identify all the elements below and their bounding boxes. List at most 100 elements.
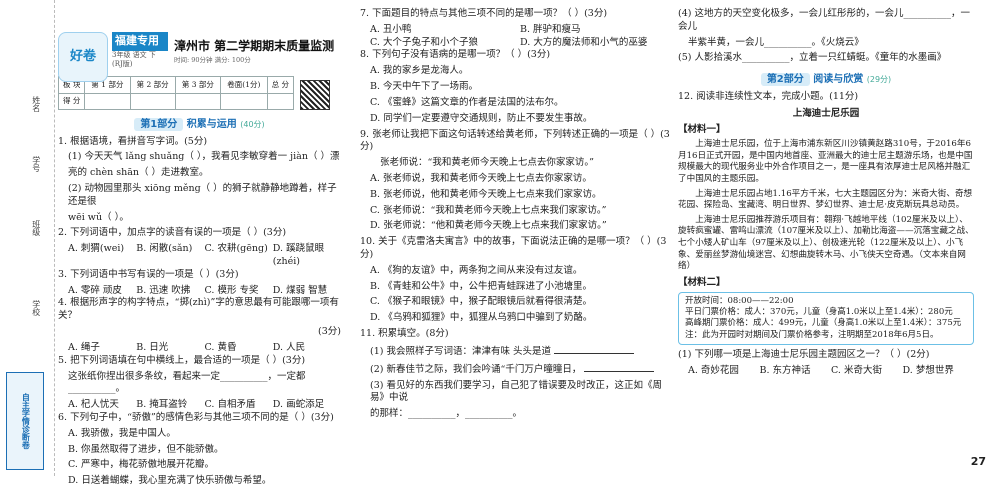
price-info-box: 开放时间：08:00——22:00 平日门票价格：成人：370元，儿童（身高1.… [678,291,974,346]
q9-quote: 张老师说：“我和黄老师今天晚上七点去你家家访。” [380,157,594,169]
option[interactable]: C. 《猴子和眼镜》中，猴子配眼镜后就看得很清楚。 [360,296,670,309]
binding-class-label: 班级 [31,220,41,236]
q1-line1: (1) 今天天气 lǎng shuǎng（ ），我看见李敏穿着一 jiàn（ ）… [68,151,340,163]
material1-para1: 上海迪士尼乐园，位于上海市浦东新区川沙镇黄赵路310号，于2016年6月16日正… [678,139,973,184]
part1-label: 第1部分 [134,118,184,131]
q11-part3: (3) 看见好的东西我们要学习，自己犯了错误要及时改正，这正如《周易》中说 [370,379,662,404]
option[interactable]: A. 丑小鸭 [370,24,520,37]
score-cell[interactable] [220,92,268,110]
option[interactable]: D. 煤弱 智慧 [273,285,341,298]
option[interactable]: A. 我的家乡是龙海人。 [360,65,670,78]
q9-stem: 9. 张老师让我把下面这句话转述给黄老师，下列转述正确的一项是（ ）(3分) [360,128,670,153]
header-banner: 好卷 福建专用 3年级 语文 下 (RJ版) 漳州市 第二学期期末质量监测 时间… [58,32,341,88]
option[interactable]: D. 同学们一定要遵守交通规则，防止不要发生事故。 [360,113,670,126]
option[interactable]: D. 张老师说：“他和黄老师今天晚上七点来我们家家访。” [360,220,670,233]
q11-part1: (1) 我会照样子写词语：津津有味 头头是道 [360,344,670,359]
q1-line2: (2) 动物园里那头 xiōng měng（ ）的狮子就静静地蹲着，样子还是很 [68,182,337,207]
option[interactable]: A. 杞人忧天 [68,399,136,412]
reading-title: 上海迪士尼乐园 [792,107,860,119]
option[interactable]: A. 我骄傲，我是中国人。 [58,428,341,441]
option[interactable]: C. 农耕(gēng) [205,243,273,269]
q3-options: A. 零碎 顽皮 B. 迅速 吹拂 C. 模形 专奖 D. 煤弱 智慧 [58,285,341,298]
option[interactable]: D. 人民 [273,342,341,355]
exam-title: 漳州市 第二学期期末质量监测 [174,39,335,53]
q10-stem: 10. 关于《克雷洛夫寓言》中的故事，下面说法正确的是哪一项？（ ）(3分) [360,236,667,260]
option[interactable]: B. 张老师说，他和黄老师今天晚上七点来我们家家访。 [360,189,670,202]
score-cell[interactable] [129,92,176,110]
option[interactable]: B. 《青蛙和公牛》中，公牛把青蛙踩进了小池塘里。 [360,281,670,294]
option[interactable]: D. 日送着蝴蝶，我心里充满了快乐骄傲与希望。 [58,475,341,488]
score-cell[interactable] [266,92,295,110]
option[interactable]: B. 迅速 吹拂 [136,285,204,298]
answer-blank[interactable] [554,344,635,354]
option[interactable]: D. 《乌鸦和狐狸》中，狐狸从乌鸦口中骗到了奶酪。 [360,312,670,325]
q11-stem: 11. 积累填空。(8分) [360,328,449,340]
option[interactable]: A. 零碎 顽皮 [68,285,136,298]
score-cell[interactable] [84,92,131,110]
q12-sub1: (1) 下列哪一项是上海迪士尼乐园主题园区之一？（ ）(2分) [678,349,930,361]
exam-page: 姓名 学号 班级 学校 自主学情诊断卷 好卷 福建专用 3年级 语文 下 (RJ… [0,0,1000,486]
binding-margin: 姓名 学号 班级 学校 自主学情诊断卷 [0,0,55,476]
q5-sentence: 这张纸你捏出很多条纹，看起来一定__________，一定都__________… [68,370,306,395]
peak-price: 高峰期门票价格：成人：499元，儿童（身高1.0米以上至1.4米）：375元 [685,318,962,329]
option[interactable]: D. 大方的魔法师和小气的巫婆 [520,37,670,50]
option[interactable]: B. 掩耳盗铃 [136,399,204,412]
weekday-price: 平日门票价格：成人：370元，儿童（身高1.0米以上至1.4米）：280元 [685,307,953,317]
part2-heading: 第2部分 阅读与欣赏 (29分) [678,73,974,87]
option[interactable]: A. 绳子 [68,342,136,355]
exam-meta: 时间: 90分钟 满分: 100分 [174,56,251,65]
q12-stem: 12. 阅读非连续性文本，完成小题。(11分) [678,90,859,102]
q7-options: A. 丑小鸭 B. 胖驴和瘦马 C. 大个子兔子和小个子狼 D. 大方的魔法师和… [360,24,670,50]
q2-options: A. 刺猬(wei) B. 闲散(sǎn) C. 农耕(gēng) D. 蹊跷鼠… [58,243,341,269]
binding-school-label: 学校 [31,300,41,316]
q11-part2-text: (2) 新春佳节之际，我们会吟诵“千门万户曈曈日， [370,363,582,375]
option[interactable]: D. 蹊跷鼠眼(zhéi) [273,243,341,269]
brand-logo: 好卷 [58,32,108,82]
option[interactable]: C. 自相矛盾 [205,399,273,412]
q11-part4b: 半紫半黄，一会儿__________。《火烧云》 [688,36,864,48]
q1-line2b: wēi wǔ（ ）。 [68,211,129,223]
material1-para3: 上海迪士尼乐园推荐游乐项目有：翱翔·飞越地平线（102厘米及以上）、旋转疯蜜罐、… [678,214,974,272]
part2-label: 第2部分 [760,73,810,87]
answer-blank[interactable] [584,362,655,372]
self-assessment-tag: 自主学情诊断卷 [6,372,44,470]
option[interactable]: C. 《蜜蜂》这篇文章的作者是法国的法布尔。 [360,97,670,110]
option[interactable]: A. 刺猬(wei) [68,243,136,269]
option[interactable]: D. 梦想世界 [903,365,975,378]
q4-points: (3分) [318,326,341,338]
q2-stem: 2. 下列词语中，加点字的读音有误的一项是（ ）(3分) [58,227,287,239]
q6-stem: 6. 下列句子中，“骄傲”的感情色彩与其他三项不同的是（ ）(3分) [58,411,334,423]
page-number: 27 [970,455,986,469]
binding-name-label: 姓名 [31,96,41,112]
option[interactable]: B. 闲散(sǎn) [136,243,204,269]
option[interactable]: C. 张老师说：“我和黄老师今天晚上七点来我们家家访。” [360,205,670,218]
column-left: 好卷 福建专用 3年级 语文 下 (RJ版) 漳州市 第二学期期末质量监测 时间… [57,0,341,491]
option[interactable]: B. 胖驴和瘦马 [520,24,670,37]
q1-line1b: 亮的 chèn shān（ ）走进教室。 [68,167,209,179]
option[interactable]: C. 黄昏 [205,342,273,355]
option[interactable]: D. 画蛇添足 [273,399,341,412]
option[interactable]: B. 今天中午下了一场雨。 [360,81,670,94]
option[interactable]: A. 《狗的友谊》中，两条狗之间从来没有过友谊。 [360,265,670,278]
score-cell[interactable] [174,92,222,110]
option[interactable]: C. 严寒中，梅花骄傲地展开花瓣。 [58,459,341,472]
option[interactable]: B. 日光 [136,342,204,355]
option[interactable]: C. 大个子兔子和小个子狼 [370,37,520,50]
option[interactable]: B. 你虽然取得了进步，但不能骄傲。 [58,444,341,457]
material1-label: 【材料一】 [678,124,726,136]
q11-part3b: 的那样：__________，__________。 [370,408,523,420]
option[interactable]: C. 模形 专奖 [205,285,273,298]
option[interactable]: A. 张老师说，我和黄老师今天晚上七点去你家家访。 [360,173,670,186]
option[interactable]: B. 东方神话 [760,365,832,378]
opening-hours: 开放时间：08:00——22:00 [685,295,794,306]
option[interactable]: A. 奇妙花园 [688,365,760,378]
q4-options: A. 绳子 B. 日光 C. 黄昏 D. 人民 [58,342,341,355]
q11-part1-text: (1) 我会照样子写词语：津津有味 头头是道 [370,345,551,357]
q12-options: A. 奇妙花园 B. 东方神话 C. 米奇大街 D. 梦想世界 [678,365,974,378]
material2-label: 【材料二】 [678,276,726,288]
q11-part4: (4) 这地方的天空变化极多，一会儿红彤彤的，一会儿__________，一会儿 [678,8,970,32]
binding-id-label: 学号 [31,156,41,172]
brand-subtitle: 3年级 语文 下 (RJ版) [112,50,156,69]
option[interactable]: C. 米奇大街 [831,365,903,378]
q5-options: A. 杞人忧天 B. 掩耳盗铃 C. 自相矛盾 D. 画蛇添足 [58,399,341,412]
